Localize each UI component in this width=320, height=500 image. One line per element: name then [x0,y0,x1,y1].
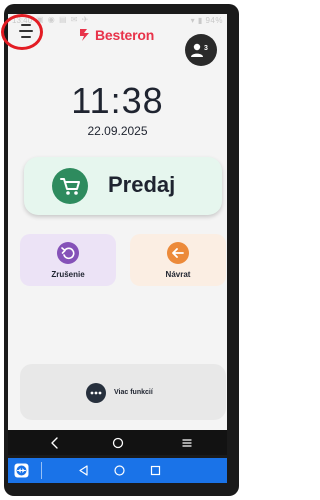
return-button[interactable]: Návrat [130,234,226,286]
arrow-left-icon [172,248,184,258]
recents-square-icon[interactable] [149,464,162,477]
sale-label: Predaj [108,172,176,197]
cancel-button[interactable]: Zrušenie [20,234,116,286]
more-icon-circle [86,383,106,403]
return-label: Návrat [165,270,191,279]
clock-date: 22.09.2025 [87,124,148,138]
notification-icons: ▣ ◉ ▤ ✉ ✈ [36,15,90,24]
sale-button[interactable]: Predaj [24,157,222,215]
bar-divider [41,462,42,479]
teamviewer-icon[interactable] [14,463,29,478]
brand-name: Besteron [95,27,155,43]
user-button[interactable]: 3 [185,34,217,66]
back-icon[interactable] [48,436,62,450]
clock-time: 11:38 [71,80,164,121]
more-dots-icon [90,391,102,395]
home-icon[interactable] [111,436,125,450]
besteron-logo-icon [80,29,89,41]
recents-menu-icon[interactable] [180,436,194,450]
person-icon [191,43,203,57]
remote-control-bar [8,458,227,483]
home-circle-icon[interactable] [113,464,126,477]
shopping-cart-icon [60,178,80,195]
brand-logo: Besteron [78,26,154,44]
cancel-icon-circle [57,242,79,264]
status-icons: ▾ ▮ 94% [190,16,223,25]
cancel-label: Zrušenie [51,270,85,279]
more-functions-button[interactable]: Viac funkcií [20,364,226,420]
user-count-badge: 3 [204,45,208,52]
sale-icon-circle [52,168,88,204]
battery-level: 94% [205,16,223,25]
more-functions-label: Viac funkcií [114,389,153,396]
system-nav-bar [8,430,227,455]
back-triangle-icon[interactable] [77,464,90,477]
return-icon-circle [167,242,189,264]
highlight-circle [1,14,43,50]
undo-icon [61,247,75,260]
